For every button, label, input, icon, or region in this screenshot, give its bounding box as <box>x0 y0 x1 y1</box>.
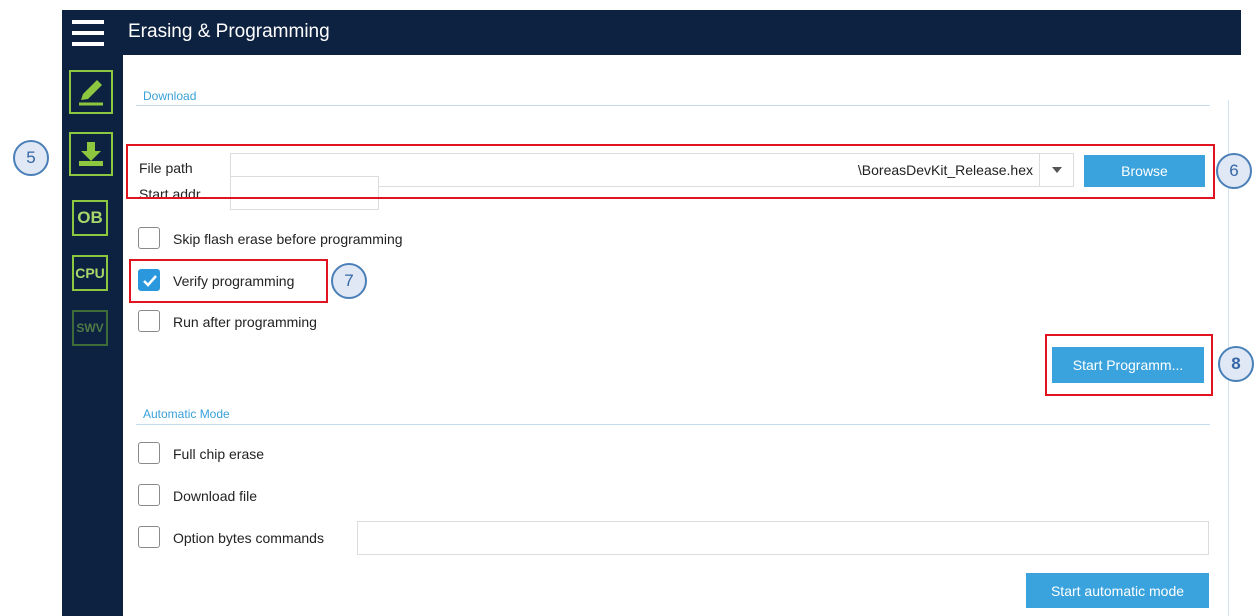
sidebar-item-download[interactable] <box>69 132 113 176</box>
callout-8: 8 <box>1218 346 1254 382</box>
sidebar-item-edit[interactable] <box>69 70 113 114</box>
automatic-divider <box>136 424 1210 425</box>
full-chip-erase-label: Full chip erase <box>173 446 265 462</box>
sidebar: OB CPU SWV <box>62 55 123 616</box>
highlight-file-path <box>126 144 1215 199</box>
callout-6: 6 <box>1216 153 1252 189</box>
skip-erase-label: Skip flash erase before programming <box>173 231 403 247</box>
option-bytes-checkbox[interactable] <box>138 526 160 548</box>
run-after-checkbox[interactable] <box>138 310 160 332</box>
download-icon <box>79 142 103 166</box>
callout-5: 5 <box>13 140 49 176</box>
highlight-start-programming <box>1045 334 1213 396</box>
automatic-section-title: Automatic Mode <box>143 407 230 421</box>
full-chip-erase-checkbox[interactable] <box>138 442 160 464</box>
sidebar-item-swv[interactable]: SWV <box>72 310 108 346</box>
start-automatic-mode-button[interactable]: Start automatic mode <box>1026 573 1209 608</box>
ob-icon: OB <box>77 208 103 227</box>
menu-icon[interactable] <box>72 20 104 46</box>
app-header: Erasing & Programming <box>62 10 1241 55</box>
download-file-checkbox[interactable] <box>138 484 160 506</box>
run-after-label: Run after programming <box>173 314 317 330</box>
sidebar-item-option-bytes[interactable]: OB <box>72 200 108 236</box>
option-bytes-input[interactable] <box>357 521 1209 555</box>
download-file-label: Download file <box>173 488 258 504</box>
callout-7: 7 <box>331 263 367 299</box>
page-title: Erasing & Programming <box>128 21 330 42</box>
cpu-icon: CPU <box>75 265 105 281</box>
option-bytes-label: Option bytes commands <box>173 530 324 546</box>
download-divider <box>136 105 1210 106</box>
pencil-icon <box>79 80 103 106</box>
highlight-verify <box>129 259 328 303</box>
sidebar-item-cpu[interactable]: CPU <box>72 255 108 291</box>
download-section-title: Download <box>143 89 197 103</box>
swv-icon: SWV <box>76 321 104 335</box>
skip-erase-checkbox[interactable] <box>138 227 160 249</box>
